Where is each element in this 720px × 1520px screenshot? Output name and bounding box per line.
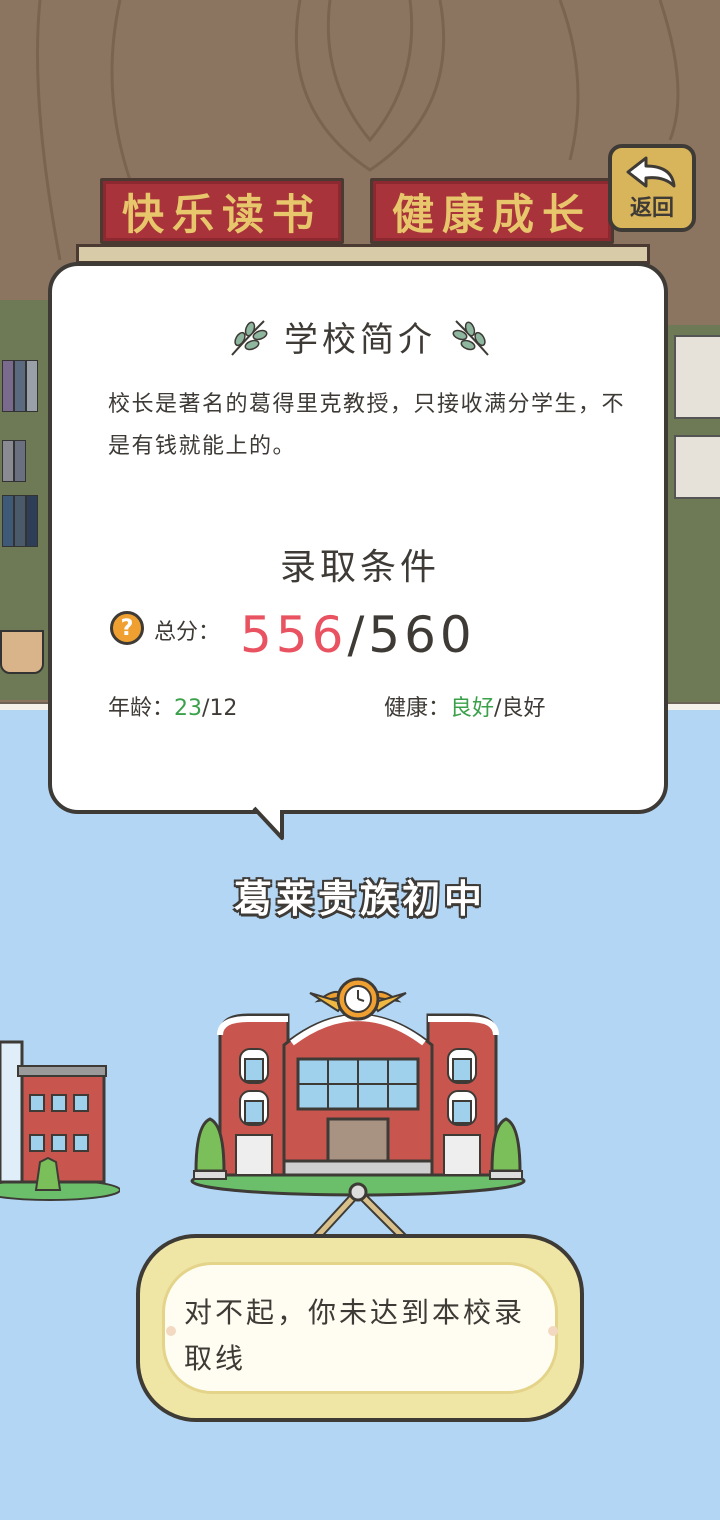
age-requirement: 年龄：23/12	[108, 690, 237, 722]
back-button[interactable]: 返回	[608, 144, 696, 232]
health-label: 健康：	[384, 696, 451, 721]
school-building[interactable]	[188, 975, 528, 1200]
card-pointer	[252, 806, 284, 840]
school-name: 葛莱贵族初中	[233, 876, 486, 921]
plaque-dot-left	[166, 1326, 176, 1336]
age-required: 12	[209, 696, 238, 721]
age-value: 23	[174, 696, 203, 721]
score-display: 556/560	[240, 606, 476, 664]
right-notice-board	[668, 325, 720, 705]
previous-school-building[interactable]	[0, 1030, 120, 1205]
leaf-sprig-icon	[231, 319, 268, 356]
health-requirement: 健康：良好/良好	[384, 690, 545, 722]
shelf-ledge	[76, 244, 650, 264]
intro-title-row: 学校简介	[0, 312, 720, 361]
score-separator: /	[347, 606, 369, 664]
intro-title: 学校简介	[284, 320, 436, 360]
intro-description: 校长是著名的葛得里克教授，只接收满分学生，不是有钱就能上的。	[108, 392, 626, 459]
back-button-label: 返回	[629, 196, 674, 221]
score-label: 总分：	[154, 620, 221, 645]
back-arrow-icon	[626, 156, 676, 188]
score-value: 556	[240, 606, 348, 664]
score-required: 560	[368, 606, 476, 664]
banner-healthy-growth: 健康成长	[370, 178, 614, 244]
question-mark-icon[interactable]: ?	[110, 611, 144, 645]
admission-conditions-title: 录取条件	[279, 547, 440, 588]
rejection-message: 对不起，你未达到本校录取线	[184, 1296, 526, 1375]
health-required: 良好	[501, 696, 546, 721]
health-value: 良好	[450, 696, 495, 721]
age-label: 年龄：	[108, 696, 175, 721]
plaque-dot-right	[548, 1326, 558, 1336]
banner-happy-reading: 快乐读书	[100, 178, 344, 244]
leaf-sprig-icon	[452, 319, 489, 356]
